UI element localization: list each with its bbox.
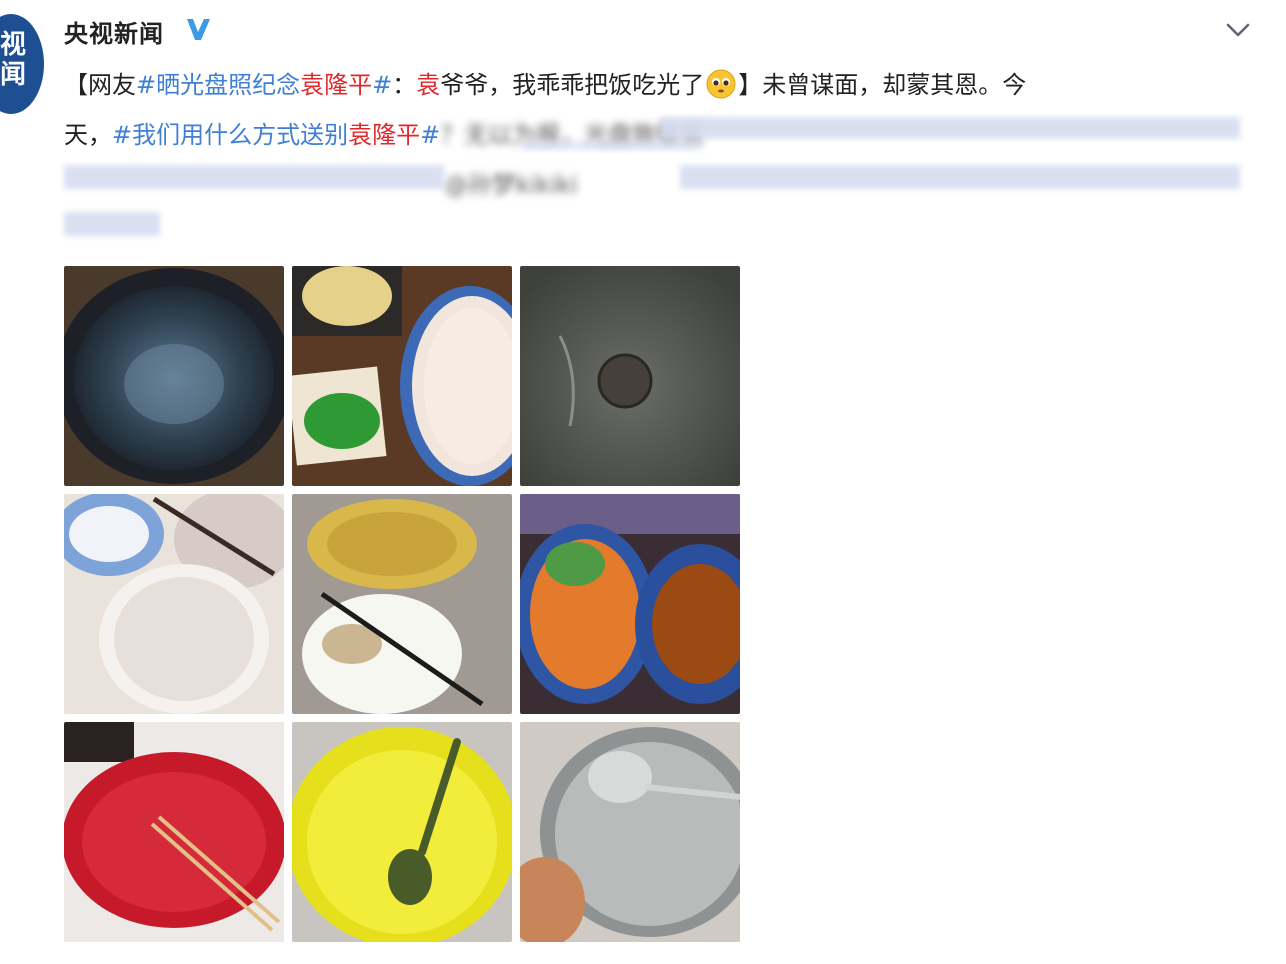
redaction-blur: [64, 212, 160, 236]
post-line-1: 【网友#晒光盘照纪念袁隆平#：袁爷爷，我乖乖把饭吃光了 】未曾谋面，却蒙其恩。今: [64, 60, 1244, 110]
photo-grey-bowl-with-emblem[interactable]: [520, 266, 740, 486]
hashtag-text: #我们用什么方式送别: [112, 121, 349, 149]
photo-salad-and-patterned-plate[interactable]: [520, 494, 740, 714]
photo-seaweed-and-patterned-plate[interactable]: [292, 266, 512, 486]
redaction-blur: [660, 117, 1240, 139]
post-text-segment: 】未曾谋面，却蒙其恩。今: [738, 71, 1027, 99]
hashtag-link[interactable]: #我们用什么方式送别袁隆平#: [112, 121, 440, 149]
hashtag-text: #晒光盘照纪念: [136, 71, 301, 99]
mention-link[interactable]: @孙梦kikiki: [444, 171, 578, 199]
redaction-blur: [680, 165, 1240, 189]
avatar-char: 闻: [0, 60, 27, 90]
post-text-segment: ：: [392, 71, 417, 99]
pleading-face-emoji-icon: [706, 69, 736, 99]
hashtag-end: #: [372, 71, 393, 99]
hashtag-end: #: [420, 121, 441, 149]
verified-badge-icon: [187, 19, 210, 40]
redaction-blur: [520, 140, 700, 150]
hashtag-link[interactable]: #晒光盘照纪念袁隆平#: [136, 71, 392, 99]
post-text-segment: 天，: [64, 121, 112, 149]
photo-yellow-bowl-with-spoon[interactable]: [292, 722, 512, 942]
redaction-blur: [64, 165, 444, 189]
photo-glass-bowl-and-white-plate-with-chopsticks[interactable]: [292, 494, 512, 714]
photo-red-bowl-with-chopsticks[interactable]: [64, 722, 284, 942]
photo-dark-metal-bowl[interactable]: [64, 266, 284, 486]
hashtag-highlight: 袁隆平: [300, 71, 373, 99]
post-text-segment: 【网友: [64, 71, 136, 99]
photo-blue-floral-bowls-and-white-plate[interactable]: [64, 494, 284, 714]
hashtag-highlight: 袁隆平: [348, 121, 421, 149]
photo-steel-pot-with-ladle[interactable]: [520, 722, 740, 942]
post-text-segment: 爷爷，我乖乖把饭吃光了: [440, 71, 705, 99]
account-name[interactable]: 央视新闻: [64, 14, 164, 49]
name-highlight: 袁: [416, 71, 441, 99]
avatar-char: 视: [0, 30, 27, 60]
avatar[interactable]: 视 闻: [0, 14, 44, 114]
chevron-down-icon[interactable]: [1224, 18, 1252, 42]
